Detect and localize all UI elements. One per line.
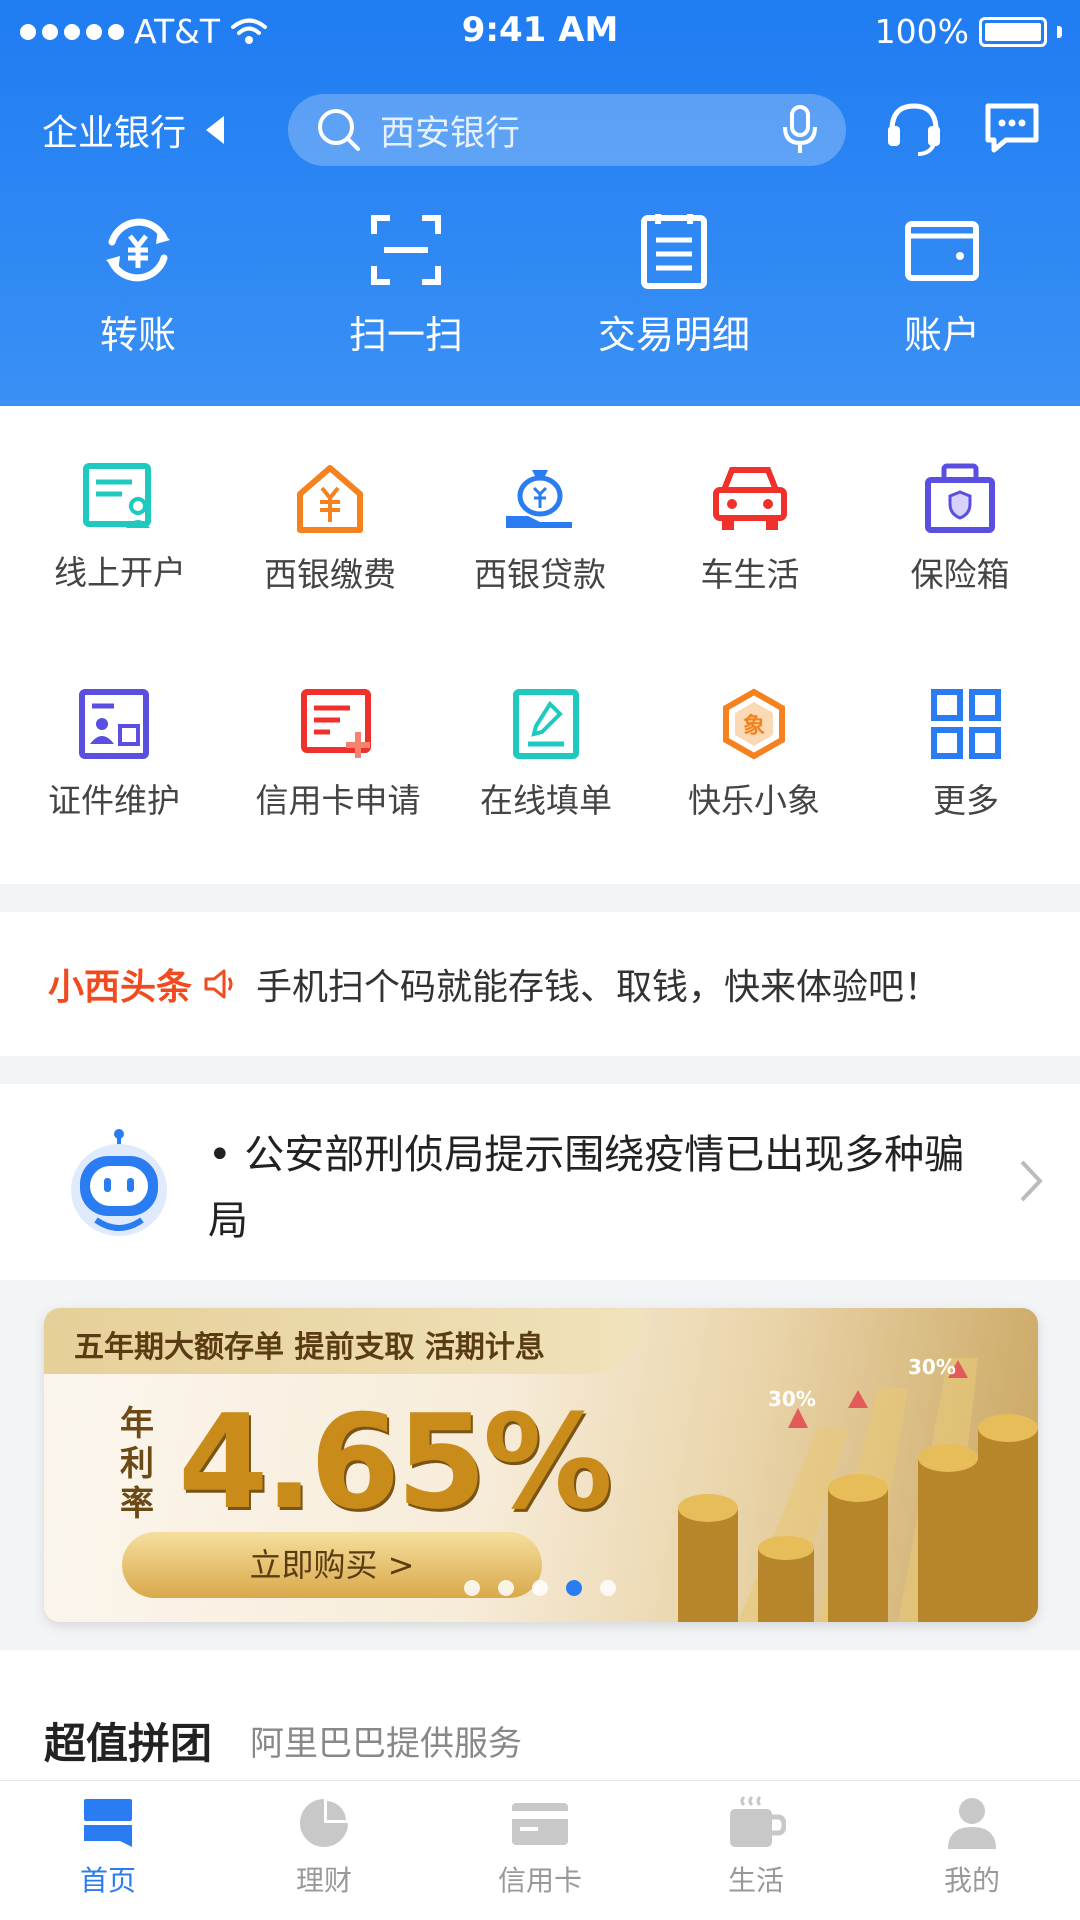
service-label: 保险箱 [910,555,1010,594]
service-online-account[interactable]: 线上开户 [12,462,228,594]
quick-action-label: 交易明细 [597,313,750,357]
service-more[interactable]: 更多 [858,688,1074,822]
quick-action-account[interactable]: 账户 [842,210,1042,359]
quick-action-label: 转账 [99,313,176,357]
tab-home[interactable]: 首页 [0,1795,216,1899]
pager-dot[interactable] [498,1580,514,1596]
account-type-switch[interactable]: 企业银行 [42,104,225,156]
chart-label: 30% [768,1387,816,1411]
online-account-icon [83,463,151,528]
transaction-details-icon [641,214,707,289]
service-label: 西银贷款 [474,555,606,594]
banner-pager [464,1580,616,1596]
service-grid: 线上开户 西银缴费 西银贷款 车生活 保险箱 证件维护 信用卡申请 在线填单 象… [0,406,1080,884]
service-id-maintenance[interactable]: 证件维护 [6,688,222,822]
notice-text: • 公安部刑侦局提示围绕疫情已出现多种骗局 [208,1132,965,1244]
pager-dot-active[interactable] [566,1580,582,1596]
service-car-life[interactable]: 车生活 [642,462,858,596]
coffee-cup-icon [730,1795,786,1847]
banner-headline: 五年期大额存单 提前支取 活期计息 [74,1330,545,1365]
car-icon [713,467,787,530]
service-credit-card-apply[interactable]: 信用卡申请 [230,688,446,822]
group-buy-section: 超值拼团 阿里巴巴提供服务 [0,1650,1080,1780]
tab-label: 理财 [295,1864,352,1897]
speaker-icon [204,969,233,999]
scan-icon [371,215,441,285]
customer-service-headset-icon[interactable] [884,98,944,158]
news-ticker[interactable]: 小西头条 手机扫个码就能存钱、取钱，快来体验吧！ [0,912,1080,1056]
tab-label: 首页 [79,1864,136,1897]
pager-dot[interactable] [600,1580,616,1596]
service-loan[interactable]: 西银贷款 [432,462,648,596]
pager-dot[interactable] [532,1580,548,1596]
bottom-tab-bar: 首页 理财 信用卡 生活 我的 [0,1780,1080,1920]
microphone-icon[interactable] [782,105,818,155]
user-icon [948,1798,996,1849]
section-title: 超值拼团 [44,1719,213,1768]
rate-label: 年利率 [120,1404,154,1524]
svg-text:象: 象 [743,713,765,739]
tab-label: 信用卡 [497,1864,582,1897]
online-form-icon [513,689,579,759]
quick-action-label: 账户 [903,313,980,357]
service-safe-box[interactable]: 保险箱 [852,462,1068,596]
payment-house-icon [297,465,363,533]
quick-action-transfer[interactable]: 转账 [38,210,238,359]
service-label: 西银缴费 [264,555,396,594]
battery-icon [979,16,1047,47]
chart-label: 30% [908,1355,956,1379]
header-top-row: 企业银行 西安银行 [0,88,1080,168]
triangle-left-icon [206,116,225,144]
service-label: 更多 [933,781,999,820]
account-type-label: 企业银行 [42,113,187,154]
elephant-hexagon-icon: 象 [723,688,785,760]
id-card-icon [79,689,149,759]
battery-percent: 100% [874,12,969,51]
service-label: 在线填单 [480,781,612,820]
section-subtitle: 阿里巴巴提供服务 [250,1724,522,1764]
status-bar: AT&T 9:41 AM 100% [0,0,1080,64]
notice-card[interactable]: • 公安部刑侦局提示围绕疫情已出现多种骗局 [0,1084,1080,1280]
transfer-icon [106,218,170,282]
ticker-text: 手机扫个码就能存钱、取钱，快来体验吧！ [256,967,941,1008]
service-happy-elephant[interactable]: 象 快乐小象 [646,688,862,822]
pager-dot[interactable] [464,1580,480,1596]
service-label: 证件维护 [48,781,180,820]
chevron-right-icon [1020,1160,1043,1202]
service-online-form[interactable]: 在线填单 [438,688,654,822]
search-input[interactable]: 西安银行 [288,94,846,166]
message-bubble-icon[interactable] [982,98,1042,158]
tab-life[interactable]: 生活 [648,1795,864,1899]
service-payment[interactable]: 西银缴费 [222,462,438,596]
search-icon [318,109,360,151]
wallet-icon [905,221,979,281]
quick-action-scan[interactable]: 扫一扫 [306,210,506,359]
ticker-title: 小西头条 [48,967,193,1008]
more-grid-icon [931,689,1001,759]
service-label: 信用卡申请 [255,781,421,820]
header: AT&T 9:41 AM 100% 企业银行 西安银行 转账 扫一扫 交易明细 … [0,0,1080,406]
gold-coins-chart-illustration: 30% 30% [678,1355,1038,1622]
credit-apply-icon [301,689,371,758]
service-label: 车生活 [700,555,800,594]
interest-rate: 4.65% [178,1386,613,1538]
home-icon [84,1799,132,1847]
quick-action-transaction-details[interactable]: 交易明细 [574,210,774,359]
service-label: 快乐小象 [688,781,820,820]
tab-mine[interactable]: 我的 [864,1795,1080,1899]
service-label: 线上开户 [54,553,186,592]
tab-credit-card[interactable]: 信用卡 [432,1795,648,1899]
tab-label: 生活 [727,1864,784,1897]
promo-banner[interactable]: 五年期大额存单 提前支取 活期计息 年利率 4.65% 立即购买 > 30% 3… [44,1308,1038,1622]
pie-chart-icon [300,1799,348,1847]
tab-wealth[interactable]: 理财 [216,1795,432,1899]
credit-card-icon [512,1803,568,1845]
safe-box-icon [925,463,995,533]
robot-assistant-icon [71,1129,167,1236]
search-placeholder: 西安银行 [380,113,521,154]
loan-bag-icon [506,470,572,528]
tab-label: 我的 [943,1864,1000,1897]
quick-action-label: 扫一扫 [348,313,463,357]
